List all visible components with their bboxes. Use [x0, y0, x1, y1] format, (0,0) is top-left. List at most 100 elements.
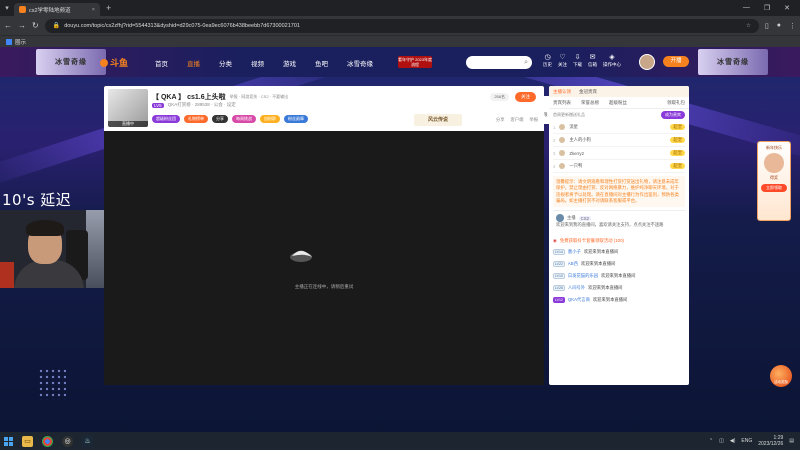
history-button[interactable]: ◷ 历史 — [543, 53, 552, 68]
maximize-icon[interactable]: ❐ — [764, 4, 770, 12]
profile-icon[interactable]: ● — [777, 22, 781, 30]
video-player[interactable]: 主播正在连线中，请稍后重试 — [104, 131, 544, 385]
sidebar-icon[interactable]: ▯ — [765, 22, 769, 30]
download-button[interactable]: ⇩ 下载 — [573, 53, 582, 68]
nav-event[interactable]: 冰雪奇缘 — [347, 58, 373, 68]
report-link[interactable]: 举报 — [529, 117, 538, 123]
tab-gold-vip[interactable]: 金冠贵宾 — [579, 89, 597, 95]
tab-vip-list[interactable]: 贵宾列表 — [553, 100, 571, 106]
rank-name: Zkerry2 — [569, 150, 584, 156]
rank-row[interactable]: 2 主人的小狗 超皇 — [553, 134, 685, 147]
rank-row[interactable]: 3 Zkerry2 超皇 — [553, 147, 685, 160]
clock[interactable]: 1:29 2023/12/26 — [758, 435, 783, 447]
room-badge[interactable]: 礼物榜单 — [184, 115, 208, 123]
nav-game[interactable]: 游戏 — [283, 58, 296, 68]
chrome-icon[interactable] — [42, 435, 53, 447]
chat-message[interactable]: LV10 白发花猫的乐园 欢迎来到本直播间 — [553, 270, 685, 282]
douyu-logo[interactable]: 斗鱼 — [100, 56, 128, 69]
volume-icon[interactable]: ◀) — [730, 438, 736, 444]
system-message[interactable]: ◉ 免费获取抖卡套餐领取活动 (100) — [553, 236, 685, 246]
promo-banner-right[interactable]: 冰雪奇缘 — [698, 49, 768, 75]
steam-icon[interactable]: ♨ — [82, 435, 93, 447]
anchor-avatar[interactable]: 直播中 — [108, 89, 148, 127]
nav-video[interactable]: 视频 — [251, 58, 264, 68]
forward-icon[interactable]: → — [18, 21, 26, 30]
back-icon[interactable]: ← — [4, 21, 12, 30]
nav-live[interactable]: 直播 — [187, 58, 200, 68]
follow-label: 关注 — [558, 62, 567, 67]
close-window-icon[interactable]: ✕ — [784, 4, 790, 12]
client-link[interactable]: 客户端 — [511, 117, 524, 123]
share-link[interactable]: 分享 — [496, 117, 505, 123]
bookmark-star-icon[interactable]: ☆ — [746, 23, 751, 29]
nav-yuba[interactable]: 鱼吧 — [315, 58, 328, 68]
user-avatar[interactable] — [639, 54, 655, 70]
file-explorer-icon[interactable]: ▭ — [22, 435, 33, 447]
rank-row[interactable]: 1 流星 超皇 — [553, 121, 685, 134]
new-tab-icon[interactable]: + — [106, 3, 111, 13]
nav-category[interactable]: 分类 — [219, 58, 232, 68]
bookmark-item[interactable]: 圈示 — [15, 38, 26, 46]
close-tab-icon[interactable]: × — [92, 7, 95, 13]
search-icon[interactable]: ⌕ — [524, 59, 528, 67]
user-level-badge: LV26 — [553, 285, 565, 292]
chat-message[interactable]: LV22 AB西 欢迎来到本直播间 — [553, 258, 685, 270]
tab-honor[interactable]: 荣誉总榜 — [581, 100, 599, 106]
chat-username[interactable]: 墨小子 — [568, 249, 581, 255]
rank-gift-badge: 超皇 — [670, 163, 685, 169]
chat-username[interactable]: AB西 — [568, 261, 578, 267]
chat-username[interactable]: 白发花猫的乐园 — [568, 273, 598, 279]
rank-list: 1 流星 超皇 2 主人的小狗 超皇 3 Zkerry2 超皇 4 一只鸭 超皇 — [549, 121, 689, 173]
follow-button[interactable]: 关注 — [515, 92, 536, 102]
nav-home[interactable]: 首页 — [155, 58, 168, 68]
room-category[interactable]: 举报 · 网游竞技 · CS2 · 不要输出 — [230, 94, 288, 100]
event-orb[interactable]: 活动奖励 — [770, 365, 792, 387]
search-input[interactable]: ⌕ — [466, 56, 532, 69]
menu-icon[interactable]: ⋮ — [789, 22, 796, 30]
new-year-badge[interactable]: 新年快乐 得奖 立即领取 — [757, 141, 791, 221]
room-badge[interactable]: 分享 — [212, 115, 228, 123]
windows-start-icon[interactable] — [4, 436, 13, 446]
room-badge[interactable]: 粉丝勋章 — [284, 115, 308, 123]
rank-name: 一只鸭 — [569, 163, 583, 168]
obs-icon[interactable]: ◎ — [62, 435, 73, 447]
follow-button[interactable]: ♡ 关注 — [558, 53, 567, 68]
download-icon: ⇩ — [574, 54, 581, 61]
owner-name[interactable]: 主播 — [567, 215, 576, 221]
mail-button[interactable]: ✉ 信箱 — [588, 53, 597, 68]
rank-gift-badge: 超皇 — [670, 150, 685, 156]
room-badge[interactable]: 超级粉丝团 — [152, 115, 180, 123]
room-sign: 风云传说 — [414, 114, 462, 126]
start-live-button[interactable]: 开播 — [663, 56, 689, 67]
notification-icon[interactable]: ▤ — [789, 438, 794, 444]
tab-search-icon[interactable]: ▾ — [0, 0, 14, 16]
claim-now-button[interactable]: 立即领取 — [761, 184, 787, 192]
rank-badge[interactable]: 258名 — [490, 93, 509, 101]
apps-icon[interactable] — [6, 38, 12, 45]
chat-username[interactable]: QKA代言商 — [568, 297, 590, 303]
chat-message[interactable]: LV26 人间号外 欢迎来到本直播间 — [553, 282, 685, 294]
address-bar[interactable]: 🔒 douyu.com/topic/cs2zfhj?rid=5544313&dy… — [44, 18, 759, 33]
chat-message[interactable]: LV12 QKA代言商 欢迎来到本直播间 — [553, 294, 685, 306]
live-label: 直播中 — [108, 121, 148, 127]
tab-claim-gift[interactable]: 领取礼包 — [667, 100, 685, 106]
room-badge[interactable]: 加粉群 — [260, 115, 280, 123]
tab-anchor-claim[interactable]: 主播认领 — [553, 89, 571, 95]
chat-username[interactable]: 人间号外 — [568, 285, 585, 291]
browser-tab[interactable]: cs2学零陆地频道 × — [14, 3, 100, 16]
language-indicator[interactable]: ENG — [741, 438, 752, 444]
room-badge[interactable]: 每周挑战 — [232, 115, 256, 123]
chat-message[interactable]: LV14 墨小子 欢迎来到本直播间 — [553, 246, 685, 258]
chevron-up-icon[interactable]: ⌃ — [709, 438, 713, 444]
year-guard-button[interactable]: 看年守护 2023年度流程 — [398, 56, 432, 68]
reload-icon[interactable]: ↻ — [32, 21, 39, 30]
room-meta-text: QKA打赏榜 · 289538 · 公会 · 设定 — [167, 102, 236, 107]
center-button[interactable]: ◈ 操作中心 — [603, 53, 621, 68]
promo-banner-left[interactable]: 冰雪奇缘 — [36, 49, 106, 75]
minimize-icon[interactable]: — — [743, 4, 750, 12]
network-icon[interactable]: ◫ — [719, 438, 724, 444]
rank-row[interactable]: 4 一只鸭 超皇 — [553, 160, 685, 173]
become-vip-button[interactable]: 成为贵宾 — [661, 111, 685, 119]
room-header: 直播中 【 QKA 】 cs1.6上头啦 举报 · 网游竞技 · CS2 · 不… — [104, 86, 544, 131]
tab-super-fans[interactable]: 超级粉丝 — [609, 100, 627, 106]
